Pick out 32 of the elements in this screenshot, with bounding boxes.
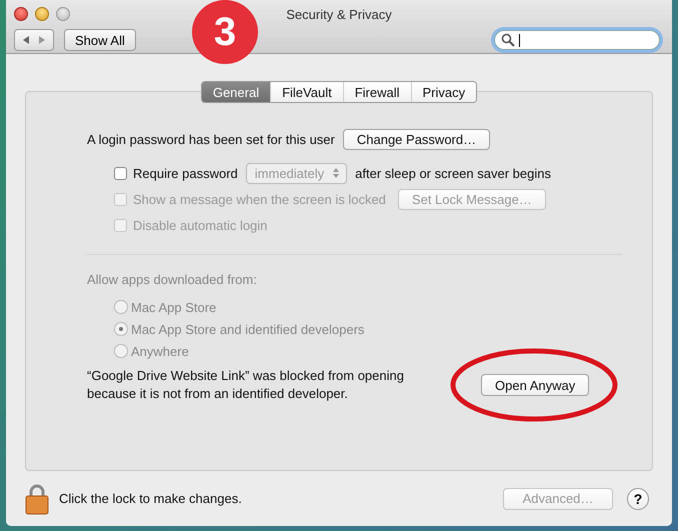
tab[interactable]: FileVault bbox=[270, 82, 343, 102]
allow-heading: Allow apps downloaded from: bbox=[87, 272, 258, 287]
tab[interactable]: General bbox=[202, 82, 270, 102]
option-suffix: after sleep or screen saver begins bbox=[355, 166, 551, 180]
change-password-button[interactable]: Change Password… bbox=[342, 128, 490, 150]
password-label: A login password has been set for this user bbox=[87, 132, 335, 146]
blocked-message: “Google Drive Website Link” was blocked from opening because it is not from an identified developer. bbox=[87, 367, 405, 403]
search-icon bbox=[501, 33, 515, 47]
forward-arrow-icon[interactable] bbox=[37, 35, 47, 45]
minimize-button[interactable] bbox=[35, 7, 49, 21]
checkbox-label: Require password bbox=[133, 166, 238, 180]
radio-label: Anywhere bbox=[131, 344, 189, 358]
back-arrow-icon[interactable] bbox=[21, 35, 31, 45]
close-button[interactable] bbox=[14, 7, 28, 21]
up-down-arrows-icon bbox=[332, 167, 340, 179]
radio-label: Mac App Store bbox=[131, 300, 216, 314]
checkbox[interactable] bbox=[114, 166, 127, 180]
radio-label: Mac App Store and identified developers bbox=[131, 322, 364, 336]
checkbox-label: Disable automatic login bbox=[133, 218, 268, 232]
tab[interactable]: Privacy bbox=[410, 82, 476, 102]
tab[interactable]: Firewall bbox=[342, 82, 411, 102]
help-button[interactable]: ? bbox=[627, 488, 649, 510]
zoom-button[interactable] bbox=[56, 7, 70, 21]
lock-hint: Click the lock to make changes. bbox=[59, 491, 242, 506]
search-field[interactable] bbox=[494, 30, 660, 50]
window-title: Security & Privacy bbox=[286, 6, 392, 22]
checkbox-label: Show a message when the screen is locked bbox=[133, 192, 386, 206]
show-all-button[interactable]: Show All bbox=[64, 29, 136, 51]
padlock-icon[interactable] bbox=[25, 482, 49, 514]
open-anyway-button[interactable]: Open Anyway bbox=[481, 374, 590, 396]
step-badge: 3 bbox=[192, 0, 258, 64]
navigation-control[interactable] bbox=[14, 29, 54, 51]
